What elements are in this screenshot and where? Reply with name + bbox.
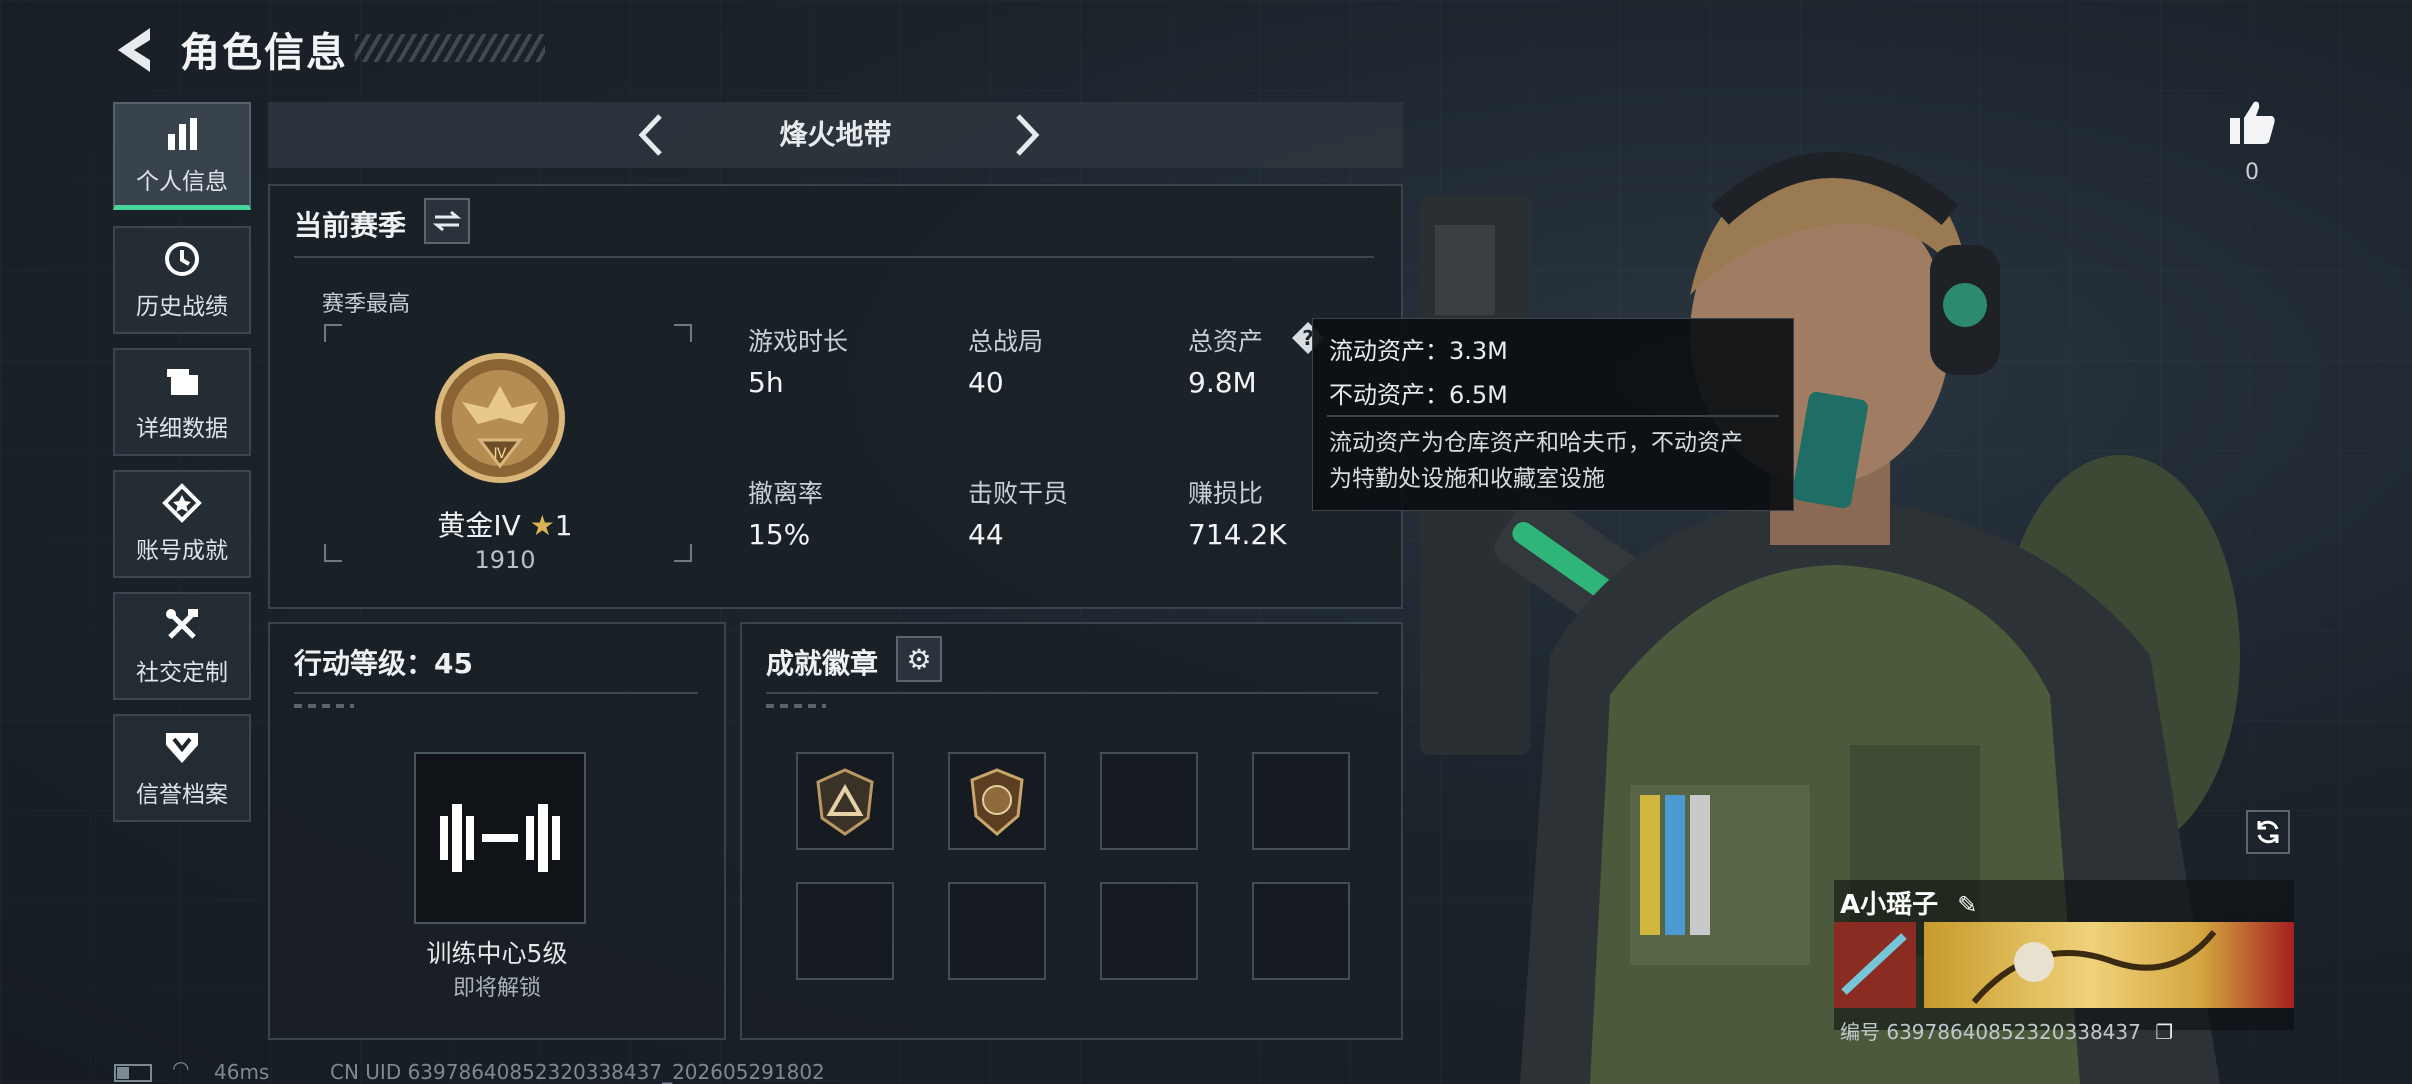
ping-value: 46ms xyxy=(214,1060,270,1084)
badge-slot-empty[interactable] xyxy=(796,882,894,980)
thumbs-up-icon[interactable] xyxy=(2226,96,2278,148)
back-arrow-icon[interactable] xyxy=(110,22,160,78)
tooltip-divider xyxy=(1327,415,1779,417)
action-level-panel: 行动等级：45 训练中心5级 即将解锁 xyxy=(268,622,726,1040)
rank-stars: 1 xyxy=(554,509,573,542)
sidebar-item-label: 社交定制 xyxy=(136,660,228,686)
unlock-item-name: 训练中心5级 xyxy=(426,939,568,968)
tooltip-liquid-assets: 流动资产：3.3M xyxy=(1329,337,1508,365)
sidebar-item-achievements[interactable]: 账号成就 xyxy=(113,470,251,578)
badge-slot-empty[interactable] xyxy=(1100,752,1198,850)
mode-selector: 烽火地带 xyxy=(268,102,1403,168)
section-divider xyxy=(766,692,1378,694)
rank-points: 1910 xyxy=(474,546,536,574)
title-decoration xyxy=(355,34,545,62)
stat-label-operators-defeated: 击败干员 xyxy=(968,479,1069,508)
star-icon: ★ xyxy=(529,509,555,542)
shield-chevron-icon xyxy=(166,733,198,763)
frame-corner xyxy=(674,544,692,562)
player-name-text: A小瑶子 xyxy=(1840,890,1939,920)
season-title: 当前赛季 xyxy=(294,209,407,242)
unlock-item-status: 即将解锁 xyxy=(452,976,541,1001)
decor-dots xyxy=(766,704,826,708)
badges-title: 成就徽章 xyxy=(766,647,879,680)
like-count: 0 xyxy=(2245,160,2259,185)
frame-corner xyxy=(324,544,342,562)
stat-value-total-games: 40 xyxy=(968,366,1004,399)
badge-slot[interactable] xyxy=(796,752,894,850)
refresh-icon xyxy=(2257,820,2279,844)
season-best-label: 赛季最高 xyxy=(322,292,411,317)
switch-season-button[interactable] xyxy=(424,198,470,244)
tooltip-description-2: 为特勤处设施和收藏室设施 xyxy=(1329,466,1605,492)
player-name: A小瑶子 ✎ xyxy=(1840,884,1977,921)
uid-text: CN UID 6397864085232033843​7_20260529180… xyxy=(330,1060,825,1084)
badge-slot-empty[interactable] xyxy=(1252,882,1350,980)
sidebar-item-credit-file[interactable]: 信誉档案 xyxy=(113,714,251,822)
assets-tooltip: 流动资产：3.3M 不动资产：6.5M 流动资产为仓库资产和哈夫币，不动资产 为… xyxy=(1312,318,1794,511)
stat-label-profit-loss: 赚损比 xyxy=(1188,479,1264,508)
name-card-banner xyxy=(1834,922,2294,1008)
unlock-item-frame xyxy=(414,752,586,924)
stat-label-extract-rate: 撤离率 xyxy=(748,479,824,508)
badge-settings-button[interactable]: ⚙ xyxy=(896,636,942,682)
stat-value-operators-defeated: 44 xyxy=(968,518,1004,551)
stat-label-total-games: 总战局 xyxy=(968,327,1044,356)
sidebar-item-detail-data[interactable]: 详细数据 xyxy=(113,348,251,456)
badge-slot-empty[interactable] xyxy=(1100,882,1198,980)
stat-value-profit-loss: 714.2K xyxy=(1188,518,1287,551)
bar-chart-icon xyxy=(168,117,197,150)
edit-pencil-icon[interactable]: ✎ xyxy=(1957,891,1977,919)
stat-label-total-assets: 总资产 xyxy=(1188,327,1264,356)
swap-arrows-icon xyxy=(433,210,461,232)
tools-icon xyxy=(166,609,198,639)
section-divider xyxy=(294,256,1374,258)
chevron-right-icon[interactable] xyxy=(1004,112,1048,158)
sidebar-item-label: 账号成就 xyxy=(136,538,228,564)
wifi-icon: ◠ xyxy=(172,1056,190,1080)
history-clock-icon xyxy=(165,242,199,276)
badge-slot-empty[interactable] xyxy=(1252,752,1350,850)
dumbbell-icon xyxy=(440,804,560,872)
sidebar-item-label: 详细数据 xyxy=(136,416,228,442)
gear-icon: ⚙ xyxy=(906,642,932,676)
chevron-left-icon[interactable] xyxy=(630,112,674,158)
sidebar-item-history[interactable]: 历史战绩 xyxy=(113,226,251,334)
action-level-title: 行动等级：45 xyxy=(294,647,473,680)
frame-corner xyxy=(674,324,692,342)
rank-name: 黄金IV xyxy=(437,509,521,542)
rotate-view-button[interactable] xyxy=(2246,810,2290,854)
sidebar-item-label: 历史战绩 xyxy=(136,294,228,320)
stat-label-playtime: 游戏时长 xyxy=(748,327,849,356)
sidebar-item-personal-info[interactable]: 个人信息 xyxy=(113,102,251,210)
rank-badge-icon: Ⅳ xyxy=(435,353,565,483)
svg-text:Ⅳ: Ⅳ xyxy=(494,446,507,462)
battery-icon xyxy=(114,1064,152,1082)
stat-value-total-assets: 9.8M xyxy=(1188,366,1257,399)
achievement-badges-panel: 成就徽章 ⚙ xyxy=(740,622,1403,1040)
player-id-row: 编号 6397864085232033843​7 ❐ xyxy=(1840,1016,2173,1045)
sidebar-item-social-custom[interactable]: 社交定制 xyxy=(113,592,251,700)
achievement-star-icon xyxy=(162,483,202,523)
shield-crest-badge-icon xyxy=(970,768,1024,836)
section-divider xyxy=(294,692,698,694)
folder-icon xyxy=(167,369,198,395)
tooltip-fixed-assets: 不动资产：6.5M xyxy=(1329,381,1508,409)
season-panel: 当前赛季 赛季最高 Ⅳ 黄金IV ★1 1910 游戏时长 5h 总战局 40 … xyxy=(268,184,1403,609)
player-id: 编号 6397864085232033843​7 xyxy=(1840,1020,2141,1044)
sidebar-item-label: 个人信息 xyxy=(136,168,228,195)
mode-name: 烽火地带 xyxy=(779,118,892,151)
stat-value-extract-rate: 15% xyxy=(748,518,811,551)
sidebar-item-label: 信誉档案 xyxy=(136,782,228,808)
badge-slot[interactable] xyxy=(948,752,1046,850)
tooltip-description-1: 流动资产为仓库资产和哈夫币，不动资产 xyxy=(1329,430,1743,456)
decor-dots xyxy=(294,704,354,708)
stat-value-playtime: 5h xyxy=(748,366,784,399)
page-title: 角色信息 xyxy=(180,30,348,76)
frame-corner xyxy=(324,324,342,342)
badge-slot-empty[interactable] xyxy=(948,882,1046,980)
rank-name-row: 黄金IV ★1 xyxy=(425,504,585,544)
triangle-badge-icon xyxy=(816,768,874,836)
copy-icon[interactable]: ❐ xyxy=(2155,1020,2173,1044)
